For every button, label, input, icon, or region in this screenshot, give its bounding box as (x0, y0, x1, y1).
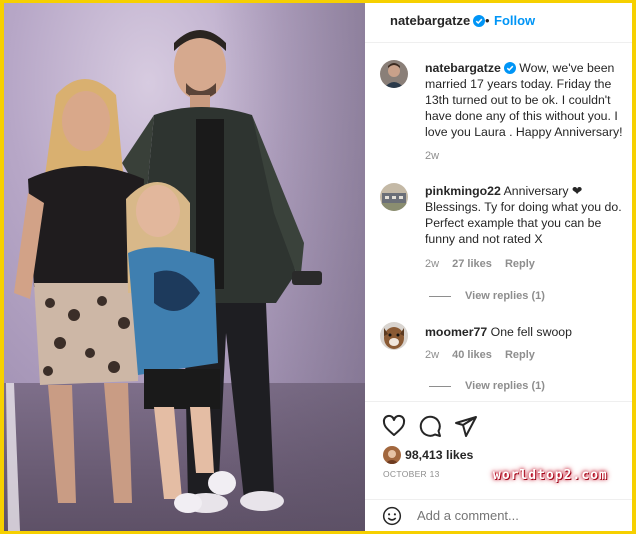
post-photo[interactable] (4, 3, 365, 531)
reply-button[interactable]: Reply (505, 258, 535, 270)
comment-time: 2w (425, 258, 440, 270)
caption-username[interactable]: natebargatze (425, 61, 501, 75)
caption-text: natebargatze Wow, we've been married 17 … (425, 61, 623, 139)
avatar[interactable] (380, 60, 408, 88)
comment-2: moomer77 One fell swoop 2w 40 likes Repl… (365, 320, 632, 396)
caption-meta: 2w (425, 150, 449, 162)
avatar[interactable] (380, 183, 408, 211)
verified-badge-icon (473, 15, 486, 27)
separator-dot: • (485, 13, 490, 28)
caption: natebargatze Wow, we've been married 17 … (365, 58, 632, 168)
comment-likes[interactable]: 40 likes (452, 349, 492, 361)
post-header: natebargatze • Follow (365, 3, 632, 43)
post-date: OCTOBER 13 (383, 469, 440, 479)
view-replies-button[interactable]: View replies (1) (429, 380, 545, 392)
caption-time: 2w (425, 150, 440, 162)
watermark: worldtop2.com (493, 468, 608, 483)
comment-1: pinkmingo22 Anniversary ❤ Blessings. Ty … (365, 181, 632, 311)
verified-badge-icon (503, 62, 516, 74)
liker-avatar (383, 446, 401, 464)
add-comment-bar (365, 499, 632, 531)
comment-icon[interactable] (418, 414, 442, 438)
yellow-frame: natebargatze • Follow natebargatze Wow, … (0, 0, 636, 534)
comment-username[interactable]: pinkmingo22 (425, 184, 501, 198)
instagram-post: natebargatze • Follow natebargatze Wow, … (4, 3, 632, 531)
comment-username[interactable]: moomer77 (425, 325, 487, 339)
comment-meta: 2w 40 likes Reply (425, 349, 545, 361)
follow-button[interactable]: Follow (494, 13, 535, 28)
post-actions: 98,413 likes OCTOBER 13 worldtop2.com (365, 401, 632, 501)
share-icon[interactable] (454, 414, 478, 438)
view-replies-button[interactable]: View replies (1) (429, 290, 545, 302)
avatar[interactable] (380, 322, 408, 350)
comment-likes[interactable]: 27 likes (452, 258, 492, 270)
header-username[interactable]: natebargatze (390, 13, 486, 28)
emoji-icon[interactable] (382, 506, 402, 526)
family-photo-illustration (6, 30, 322, 531)
likes-count: 98,413 likes (405, 448, 474, 462)
comment-text: moomer77 One fell swoop (425, 325, 572, 339)
comment-text: pinkmingo22 Anniversary ❤ Blessings. Ty … (425, 184, 622, 246)
heart-icon[interactable] (382, 414, 406, 438)
reply-button[interactable]: Reply (505, 349, 535, 361)
comment-meta: 2w 27 likes Reply (425, 258, 545, 270)
comment-time: 2w (425, 349, 440, 361)
add-comment-input[interactable] (417, 508, 607, 523)
